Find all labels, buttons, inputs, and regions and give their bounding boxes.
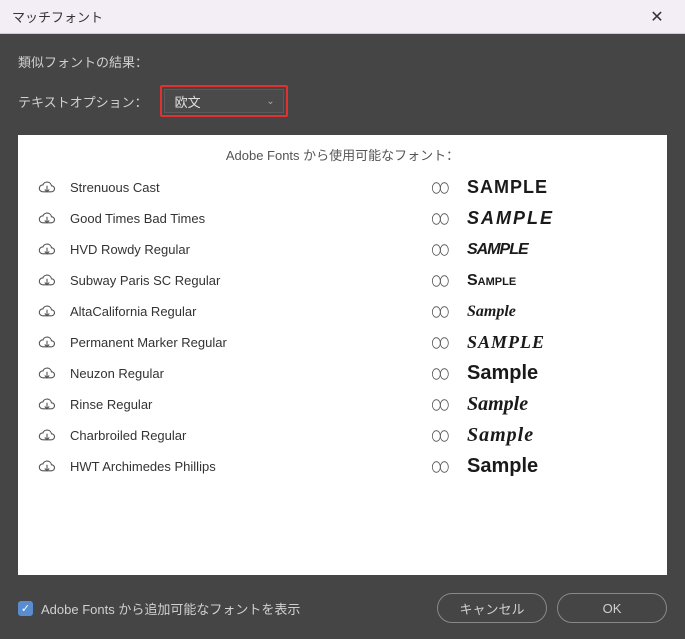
font-row[interactable]: Permanent Marker Regular SAMPLE (38, 327, 647, 358)
content-area: 類似フォントの結果： テキストオプション： 欧文 ⌄ (0, 34, 685, 117)
result-label: 類似フォントの結果： (18, 52, 667, 71)
font-category-icon (429, 243, 453, 257)
font-category-icon (429, 460, 453, 474)
font-category-icon (429, 429, 453, 443)
font-sample: Sample (467, 303, 647, 321)
checkmark-icon: ✓ (21, 602, 30, 615)
window-title: マッチフォント (12, 7, 103, 26)
font-name: Subway Paris SC Regular (70, 273, 415, 288)
cloud-download-icon[interactable] (38, 398, 56, 412)
font-name: Rinse Regular (70, 397, 415, 412)
cloud-download-icon[interactable] (38, 305, 56, 319)
font-name: HWT Archimedes Phillips (70, 459, 415, 474)
cloud-download-icon[interactable] (38, 429, 56, 443)
cloud-download-icon[interactable] (38, 243, 56, 257)
font-sample: Sample (467, 424, 647, 447)
font-sample: Sample (467, 455, 647, 478)
font-category-icon (429, 398, 453, 412)
font-sample: SAMPLE (467, 332, 647, 353)
cloud-download-icon[interactable] (38, 336, 56, 350)
font-name: Strenuous Cast (70, 180, 415, 195)
close-icon: ✕ (650, 7, 663, 27)
show-adobe-fonts-checkbox[interactable]: ✓ (18, 601, 33, 616)
text-option-row: テキストオプション： 欧文 ⌄ (18, 85, 667, 117)
font-category-icon (429, 336, 453, 350)
font-sample: Sample (467, 393, 647, 416)
font-name: Good Times Bad Times (70, 211, 415, 226)
ok-button[interactable]: OK (557, 593, 667, 623)
font-category-icon (429, 305, 453, 319)
font-name: Charbroiled Regular (70, 428, 415, 443)
cancel-button[interactable]: キャンセル (437, 593, 547, 623)
font-row[interactable]: Strenuous Cast SAMPLE (38, 172, 647, 203)
cloud-download-icon[interactable] (38, 274, 56, 288)
font-list-panel: Adobe Fonts から使用可能なフォント： Strenuous CastS… (18, 135, 667, 575)
font-row[interactable]: HVD Rowdy Regular SAMPLE (38, 234, 647, 265)
font-row[interactable]: AltaCalifornia Regular Sample (38, 296, 647, 327)
font-category-icon (429, 367, 453, 381)
font-name: HVD Rowdy Regular (70, 242, 415, 257)
font-category-icon (429, 181, 453, 195)
checkbox-label: Adobe Fonts から追加可能なフォントを表示 (41, 599, 300, 618)
cloud-download-icon[interactable] (38, 181, 56, 195)
font-sample: SAMPLE (467, 241, 647, 259)
font-sample: Sample (467, 362, 647, 385)
cloud-download-icon[interactable] (38, 460, 56, 474)
font-name: Permanent Marker Regular (70, 335, 415, 350)
dropdown-highlight: 欧文 ⌄ (160, 85, 288, 117)
panel-header: Adobe Fonts から使用可能なフォント： (38, 145, 647, 164)
titlebar: マッチフォント ✕ (0, 0, 685, 34)
text-option-label: テキストオプション： (18, 92, 148, 111)
font-row[interactable]: Subway Paris SC Regular Sample (38, 265, 647, 296)
font-category-icon (429, 212, 453, 226)
button-row: キャンセル OK (437, 593, 667, 623)
cloud-download-icon[interactable] (38, 367, 56, 381)
text-option-dropdown[interactable]: 欧文 ⌄ (164, 89, 284, 113)
show-adobe-fonts-row[interactable]: ✓ Adobe Fonts から追加可能なフォントを表示 (18, 599, 300, 618)
font-row[interactable]: Rinse Regular Sample (38, 389, 647, 420)
font-row[interactable]: HWT Archimedes Phillips Sample (38, 451, 647, 482)
close-button[interactable]: ✕ (637, 3, 677, 31)
font-category-icon (429, 274, 453, 288)
cloud-download-icon[interactable] (38, 212, 56, 226)
font-sample: SAMPLE (467, 208, 647, 229)
chevron-down-icon: ⌄ (266, 96, 274, 107)
font-row[interactable]: Charbroiled Regular Sample (38, 420, 647, 451)
font-row[interactable]: Good Times Bad Times SAMPLE (38, 203, 647, 234)
footer: ✓ Adobe Fonts から追加可能なフォントを表示 キャンセル OK (18, 593, 667, 623)
dropdown-value: 欧文 (175, 92, 201, 111)
font-row[interactable]: Neuzon Regular Sample (38, 358, 647, 389)
font-name: Neuzon Regular (70, 366, 415, 381)
font-sample: SAMPLE (467, 177, 647, 198)
font-name: AltaCalifornia Regular (70, 304, 415, 319)
font-sample: Sample (467, 272, 647, 290)
